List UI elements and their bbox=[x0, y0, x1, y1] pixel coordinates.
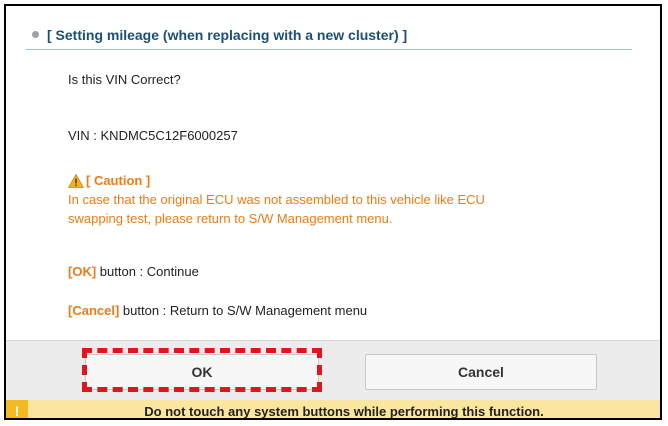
warning-footer: ! Do not touch any system buttons while … bbox=[6, 400, 660, 419]
warning-triangle-icon bbox=[68, 173, 84, 188]
ok-keyword: [OK] bbox=[68, 264, 97, 279]
dialog-header: [ Setting mileage (when replacing with a… bbox=[26, 20, 632, 50]
button-bar: OK Cancel bbox=[6, 340, 660, 400]
bullet-dot-icon bbox=[32, 31, 39, 38]
ok-instruction-text: button : Continue bbox=[96, 264, 199, 279]
cancel-button[interactable]: Cancel bbox=[365, 354, 597, 390]
cancel-keyword: [Cancel] bbox=[68, 303, 120, 318]
caution-title: [ Caution ] bbox=[86, 173, 151, 188]
ok-instruction: [OK] button : Continue bbox=[68, 264, 199, 279]
cancel-instruction: [Cancel] button : Return to S/W Manageme… bbox=[68, 303, 367, 318]
ok-button[interactable]: OK bbox=[85, 354, 319, 390]
exclamation-icon: ! bbox=[6, 400, 28, 418]
vin-question: Is this VIN Correct? bbox=[68, 72, 181, 87]
vin-value: VIN : KNDMC5C12F6000257 bbox=[68, 128, 238, 143]
footer-message: Do not touch any system buttons while pe… bbox=[144, 403, 544, 419]
caution-heading: [ Caution ] bbox=[68, 173, 150, 188]
dialog-title: [ Setting mileage (when replacing with a… bbox=[47, 26, 408, 43]
caution-text-line-1: In case that the original ECU was not as… bbox=[68, 192, 485, 207]
caution-text-line-2: swapping test, please return to S/W Mana… bbox=[68, 211, 393, 226]
dialog: [ Setting mileage (when replacing with a… bbox=[4, 4, 662, 420]
cancel-instruction-text: button : Return to S/W Management menu bbox=[119, 303, 368, 318]
